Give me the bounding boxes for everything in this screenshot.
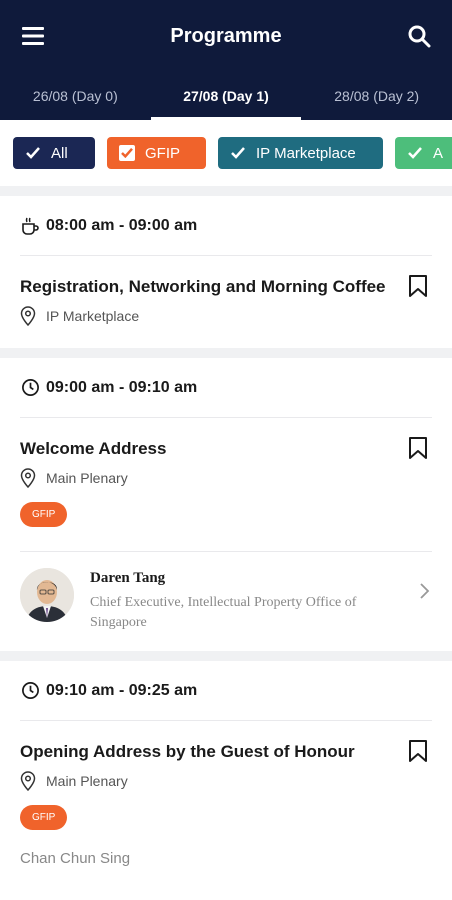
location-label: IP Marketplace — [46, 308, 140, 324]
session-time: 09:00 am - 09:10 am — [20, 358, 432, 418]
session-time: 09:10 am - 09:25 am — [20, 661, 432, 721]
page-title: Programme — [170, 24, 282, 47]
speaker-name[interactable]: Chan Chun Sing — [20, 850, 432, 867]
top-bar: Programme — [0, 0, 452, 72]
filter-label: A — [433, 144, 444, 162]
session-event[interactable]: Opening Address by the Guest of Honour M… — [20, 721, 432, 867]
search-icon[interactable] — [406, 23, 432, 49]
location-pin-icon — [20, 468, 38, 489]
check-icon — [407, 145, 423, 161]
speaker-avatar — [20, 568, 74, 622]
bookmark-icon[interactable] — [408, 274, 432, 302]
filter-label: GFIP — [145, 144, 181, 162]
speaker-name: Daren Tang — [90, 570, 166, 586]
session-block: 08:00 am - 09:00 am Registration, Networ… — [0, 196, 452, 348]
event-title: Opening Address by the Guest of Honour — [20, 742, 355, 761]
clock-icon — [20, 378, 40, 398]
filter-label: IP Marketplace — [256, 144, 356, 162]
coffee-icon — [20, 216, 40, 236]
tab-day-1[interactable]: 27/08 (Day 1) — [150, 72, 302, 120]
location-pin-icon — [20, 771, 38, 792]
location-pin-icon — [20, 306, 38, 327]
bookmark-icon[interactable] — [408, 436, 432, 464]
time-range: 08:00 am - 09:00 am — [46, 216, 198, 234]
session-time: 08:00 am - 09:00 am — [20, 196, 432, 256]
event-location: Main Plenary — [20, 468, 432, 489]
check-icon — [230, 145, 246, 161]
event-tag-badge: GFIP — [20, 502, 68, 527]
speaker-info: Daren Tang Chief Executive, Intellectual… — [90, 568, 432, 633]
speaker-role: Chief Executive, Intellectual Property O… — [90, 595, 357, 630]
tab-day-2[interactable]: 28/08 (Day 2) — [301, 72, 452, 120]
chevron-right-icon[interactable] — [418, 582, 432, 602]
session-event[interactable]: Registration, Networking and Morning Cof… — [20, 256, 432, 327]
filter-label: All — [51, 144, 68, 162]
event-title: Welcome Address — [20, 439, 167, 458]
location-label: Main Plenary — [46, 773, 128, 789]
session-block: 09:10 am - 09:25 am Opening Address by t… — [0, 661, 452, 900]
filter-bar: All GFIP IP Marketplace A — [0, 120, 452, 186]
tab-day-0[interactable]: 26/08 (Day 0) — [0, 72, 151, 120]
filter-chip-all[interactable]: All — [13, 137, 95, 169]
filter-chip-gfip[interactable]: GFIP — [107, 137, 206, 169]
day-tabs: 26/08 (Day 0) 27/08 (Day 1) 28/08 (Day 2… — [0, 72, 452, 120]
speaker-row[interactable]: Daren Tang Chief Executive, Intellectual… — [20, 551, 432, 651]
app-header: Programme 26/08 (Day 0) 27/08 (Day 1) 28… — [0, 0, 452, 120]
check-icon — [119, 145, 135, 161]
menu-icon[interactable] — [20, 23, 46, 49]
event-title: Registration, Networking and Morning Cof… — [20, 277, 386, 296]
session-event[interactable]: Welcome Address Main Plenary GFIP — [20, 418, 432, 527]
event-location: Main Plenary — [20, 771, 432, 792]
event-location: IP Marketplace — [20, 306, 432, 327]
filter-chip-partial[interactable]: A — [395, 137, 452, 169]
session-block: 09:00 am - 09:10 am Welcome Address Main… — [0, 358, 452, 651]
time-range: 09:00 am - 09:10 am — [46, 378, 198, 396]
time-range: 09:10 am - 09:25 am — [46, 681, 198, 699]
location-label: Main Plenary — [46, 470, 128, 486]
check-icon — [25, 145, 41, 161]
filter-chip-ip-marketplace[interactable]: IP Marketplace — [218, 137, 383, 169]
event-tag-badge: GFIP — [20, 805, 68, 830]
bookmark-icon[interactable] — [408, 739, 432, 767]
clock-icon — [20, 681, 40, 701]
